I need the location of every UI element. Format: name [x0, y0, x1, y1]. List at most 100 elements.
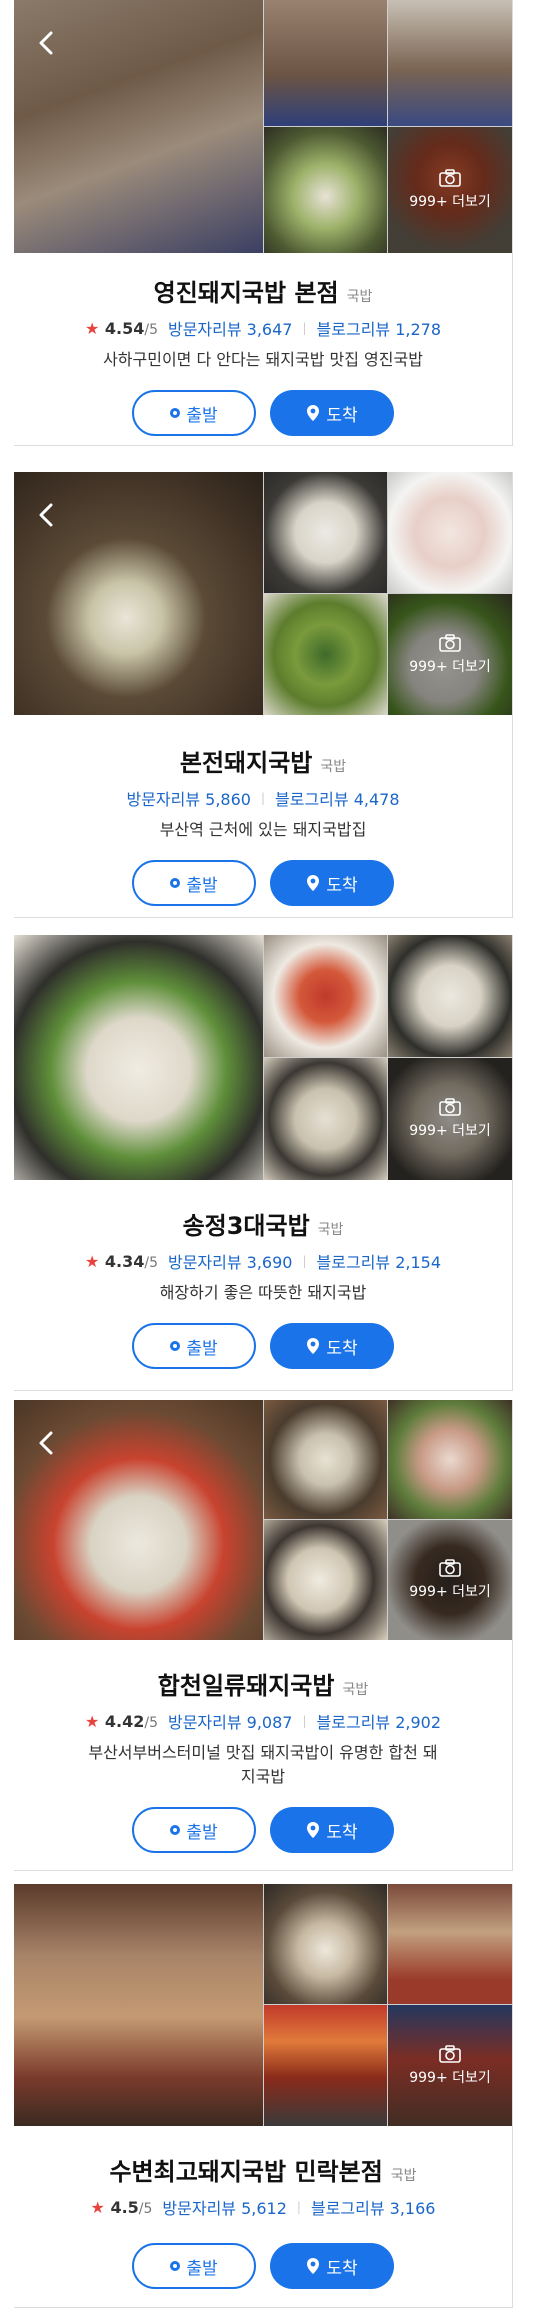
map-pin-icon	[307, 1822, 320, 1838]
divider: |	[296, 2200, 301, 2214]
place-name[interactable]: 합천일류돼지국밥	[158, 1666, 335, 1701]
rating-value: 4.5	[110, 2197, 139, 2217]
main-photo[interactable]	[14, 935, 263, 1180]
blog-reviews-link[interactable]: 블로그리뷰 2,154	[317, 1249, 442, 1273]
photo-gallery[interactable]: 999+ 더보기	[14, 472, 512, 715]
place-name[interactable]: 수변최고돼지국밥 민락본점	[109, 2152, 382, 2187]
photo-gallery[interactable]: 999+ 더보기	[14, 1884, 512, 2126]
circle-dot-icon	[170, 2261, 181, 2271]
start-button[interactable]: 출발	[132, 1323, 256, 1369]
rating: ★ 4.34/5	[85, 1252, 158, 1271]
place-description: 부산서부버스터미널 맛집 돼지국밥이 유명한 합천 돼지국밥	[88, 1743, 438, 1786]
camera-icon	[439, 633, 461, 652]
place-description: 사하구민이면 다 안다는 돼지국밥 맛집 영진국밥	[103, 350, 423, 369]
photo-more-button[interactable]: 999+ 더보기	[388, 2005, 512, 2126]
visitor-reviews-link[interactable]: 방문자리뷰 5,612	[162, 2195, 287, 2219]
blog-reviews-link[interactable]: 블로그리뷰 4,478	[275, 786, 400, 810]
arrive-button[interactable]: 도착	[270, 2243, 394, 2289]
rating-max: /5	[144, 1254, 158, 1271]
place-card[interactable]: 999+ 더보기 영진돼지국밥 본점 국밥 ★ 4.54/5 방문자리뷰 3,6…	[14, 0, 513, 446]
photo-more-button[interactable]: 999+ 더보기	[388, 594, 512, 715]
thumb-photo[interactable]	[264, 594, 387, 715]
photo-more-button[interactable]: 999+ 더보기	[388, 1520, 512, 1640]
camera-icon	[439, 2044, 461, 2063]
start-button[interactable]: 출발	[132, 390, 256, 436]
photo-gallery[interactable]: 999+ 더보기	[14, 0, 512, 253]
start-label: 출발	[186, 2258, 218, 2279]
photo-gallery[interactable]: 999+ 더보기	[14, 1400, 512, 1640]
map-pin-icon	[307, 2258, 320, 2274]
star-icon: ★	[84, 318, 100, 338]
camera-icon	[439, 1098, 461, 1116]
place-card[interactable]: 999+ 더보기 합천일류돼지국밥 국밥 ★ 4.42/5 방문자리뷰 9,08…	[14, 1400, 513, 1871]
star-icon: ★	[90, 2197, 105, 2217]
chevron-left-icon[interactable]	[34, 1430, 60, 1456]
thumb-photo[interactable]	[264, 1058, 387, 1180]
place-category: 국밥	[320, 759, 347, 775]
start-label: 출발	[186, 1822, 218, 1843]
arrive-label: 도착	[326, 1822, 358, 1843]
rating: ★ 4.54/5	[85, 319, 158, 338]
thumb-photo[interactable]	[264, 0, 387, 126]
arrive-label: 도착	[326, 405, 358, 426]
map-pin-icon	[307, 875, 320, 891]
start-button[interactable]: 출발	[132, 860, 256, 906]
visitor-reviews-link[interactable]: 방문자리뷰 3,647	[168, 316, 293, 340]
start-button[interactable]: 출발	[132, 1807, 256, 1853]
divider: |	[302, 321, 307, 335]
thumb-photo[interactable]	[388, 935, 512, 1057]
place-card[interactable]: 999+ 더보기 본전돼지국밥 국밥 방문자리뷰 5,860 | 블로그리뷰 4…	[14, 472, 513, 918]
main-photo[interactable]	[14, 1884, 263, 2126]
arrive-button[interactable]: 도착	[270, 390, 394, 436]
thumb-photo[interactable]	[264, 2005, 387, 2126]
arrive-button[interactable]: 도착	[270, 1323, 394, 1369]
start-label: 출발	[186, 1338, 218, 1359]
visitor-reviews-link[interactable]: 방문자리뷰 5,860	[126, 786, 251, 810]
photo-more-label: 999+ 더보기	[409, 1584, 491, 1600]
place-name[interactable]: 영진돼지국밥 본점	[154, 273, 339, 308]
blog-reviews-link[interactable]: 블로그리뷰 2,902	[317, 1709, 442, 1733]
thumb-photo[interactable]	[264, 472, 387, 593]
visitor-reviews-link[interactable]: 방문자리뷰 3,690	[168, 1249, 293, 1273]
map-pin-icon	[307, 405, 320, 421]
thumb-photo[interactable]	[388, 0, 512, 126]
photo-more-label: 999+ 더보기	[409, 658, 491, 675]
arrive-label: 도착	[326, 2258, 358, 2279]
thumb-photo[interactable]	[264, 1520, 387, 1640]
circle-dot-icon	[170, 1825, 181, 1835]
chevron-left-icon[interactable]	[34, 30, 60, 56]
arrive-label: 도착	[326, 1338, 358, 1359]
photo-more-label: 999+ 더보기	[409, 1123, 491, 1139]
blog-reviews-link[interactable]: 블로그리뷰 1,278	[317, 316, 442, 340]
photo-more-label: 999+ 더보기	[409, 194, 491, 210]
chevron-left-icon[interactable]	[34, 502, 60, 528]
thumb-photo[interactable]	[388, 1400, 512, 1519]
photo-gallery[interactable]: 999+ 더보기	[14, 935, 512, 1180]
thumb-photo[interactable]	[388, 472, 512, 593]
map-pin-icon	[307, 1338, 320, 1354]
place-card[interactable]: 999+ 더보기 송정3대국밥 국밥 ★ 4.34/5 방문자리뷰 3,690 …	[14, 935, 513, 1391]
star-icon: ★	[84, 1711, 100, 1731]
blog-reviews-link[interactable]: 블로그리뷰 3,166	[311, 2195, 436, 2219]
circle-dot-icon	[170, 878, 181, 888]
thumb-photo[interactable]	[388, 1884, 512, 2004]
arrive-button[interactable]: 도착	[270, 860, 394, 906]
photo-more-button[interactable]: 999+ 더보기	[388, 127, 512, 253]
circle-dot-icon	[170, 1341, 181, 1351]
place-category: 국밥	[317, 1222, 344, 1238]
thumb-photo[interactable]	[264, 935, 387, 1057]
visitor-reviews-link[interactable]: 방문자리뷰 9,087	[168, 1709, 293, 1733]
start-button[interactable]: 출발	[132, 2243, 256, 2289]
thumb-photo[interactable]	[264, 1884, 387, 2004]
arrive-button[interactable]: 도착	[270, 1807, 394, 1853]
thumb-photo[interactable]	[264, 1400, 387, 1519]
place-card[interactable]: 999+ 더보기 수변최고돼지국밥 민락본점 국밥 ★ 4.5/5 방문자리뷰 …	[14, 1884, 513, 2308]
place-name[interactable]: 본전돼지국밥	[180, 743, 312, 778]
photo-more-button[interactable]: 999+ 더보기	[388, 1058, 512, 1180]
divider: |	[260, 791, 266, 805]
star-icon: ★	[84, 1251, 100, 1271]
place-name[interactable]: 송정3대국밥	[183, 1206, 310, 1241]
thumb-photo[interactable]	[264, 127, 387, 253]
divider: |	[302, 1254, 307, 1268]
divider: |	[302, 1714, 307, 1728]
